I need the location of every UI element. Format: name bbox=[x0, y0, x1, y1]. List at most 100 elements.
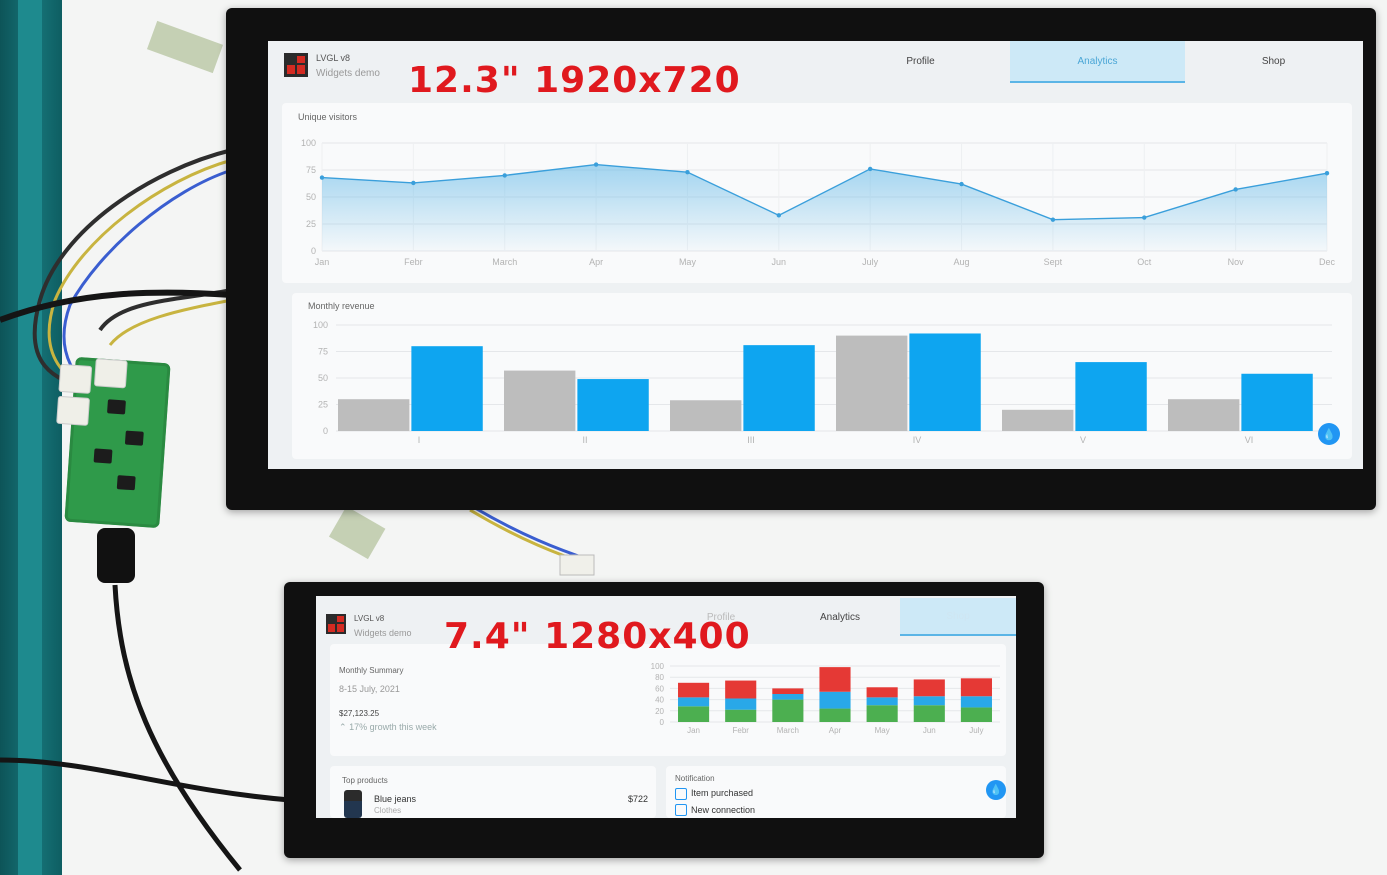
tab-analytics[interactable]: Analytics bbox=[1010, 41, 1185, 83]
y-tick-label: 50 bbox=[318, 373, 328, 383]
y-tick-label: 20 bbox=[655, 707, 664, 716]
stacked-bar-segment bbox=[725, 698, 757, 710]
data-point bbox=[959, 181, 964, 187]
x-tick-label: IV bbox=[913, 435, 922, 445]
bar bbox=[909, 333, 981, 431]
y-tick-label: 100 bbox=[313, 320, 328, 330]
bar bbox=[1168, 399, 1240, 431]
stacked-bar-segment bbox=[866, 687, 898, 698]
x-tick-label: Jan bbox=[315, 257, 330, 267]
stacked-bar-segment bbox=[913, 696, 945, 706]
y-tick-label: 100 bbox=[301, 138, 316, 148]
tab-analytics[interactable]: Analytics bbox=[786, 598, 894, 636]
y-tick-label: 50 bbox=[306, 192, 316, 202]
x-tick-label: Jun bbox=[923, 726, 936, 735]
data-point bbox=[776, 213, 782, 218]
y-tick-label: 0 bbox=[660, 718, 665, 727]
stacked-bar-segment bbox=[772, 699, 804, 722]
y-tick-label: 60 bbox=[655, 684, 664, 693]
small-display-label: 7.4" 1280x400 bbox=[444, 616, 751, 657]
unique-visitors-chart: 100 75 50 25 0Jan Febr March Apr May Jun July Aug Se… bbox=[301, 138, 1336, 267]
droplet-icon[interactable]: 💧 bbox=[1318, 423, 1340, 445]
x-tick-label: Jun bbox=[772, 257, 787, 267]
stacked-bar-segment bbox=[772, 688, 804, 694]
y-tick-label: 25 bbox=[318, 400, 328, 410]
x-tick-label: Apr bbox=[829, 726, 842, 735]
droplet-icon[interactable]: 💧 bbox=[986, 780, 1006, 800]
stacked-bar-segment bbox=[678, 706, 710, 722]
stacked-bar-segment bbox=[866, 697, 898, 706]
notification-item-purchased: Item purchased bbox=[691, 788, 754, 798]
y-tick-label: 0 bbox=[323, 426, 328, 436]
x-tick-label: March bbox=[777, 726, 799, 735]
stacked-bar-segment bbox=[960, 678, 992, 697]
product-price: $722 bbox=[628, 794, 649, 804]
stacked-bar-segment bbox=[960, 696, 992, 708]
x-tick-label: Oct bbox=[1137, 257, 1152, 267]
bar bbox=[504, 370, 576, 431]
x-tick-label: Febr bbox=[732, 726, 749, 735]
data-point bbox=[411, 180, 416, 186]
x-tick-label: V bbox=[1080, 435, 1086, 445]
bar bbox=[577, 379, 649, 431]
tab-shop[interactable]: Shop bbox=[1186, 41, 1361, 81]
y-tick-label: 75 bbox=[318, 347, 328, 357]
y-tick-label: 25 bbox=[306, 219, 316, 229]
bar bbox=[1075, 362, 1147, 431]
stacked-bar-segment bbox=[913, 705, 945, 722]
data-point bbox=[1142, 215, 1147, 220]
product-thumbnail bbox=[344, 790, 362, 818]
data-point bbox=[1324, 171, 1330, 176]
x-tick-label: Apr bbox=[589, 257, 603, 267]
notification-card: Notification Item purchased New connecti… bbox=[666, 766, 1006, 818]
logo-subtitle: Widgets demo bbox=[316, 68, 380, 79]
large-display-label: 12.3" 1920x720 bbox=[408, 60, 741, 101]
y-tick-label: 0 bbox=[311, 246, 316, 256]
x-tick-label: III bbox=[747, 435, 755, 445]
x-tick-label: May bbox=[679, 257, 697, 267]
stacked-bar-segment bbox=[960, 707, 992, 722]
stacked-bar-segment bbox=[819, 691, 851, 709]
controller-board bbox=[56, 356, 171, 529]
logo-title: LVGL v8 bbox=[316, 53, 351, 63]
monthly-summary-card: Monthly Summary 8-15 July, 2021 $27,123.… bbox=[330, 644, 1006, 756]
data-point bbox=[502, 173, 507, 178]
data-point bbox=[1233, 187, 1238, 192]
bar bbox=[836, 335, 908, 431]
unique-visitors-card: Unique visitors 100 75 50 25 0 Jan Febr March Ap… bbox=[282, 103, 1352, 283]
y-tick-label: 80 bbox=[655, 673, 664, 682]
lvgl-logo-icon bbox=[284, 53, 308, 77]
x-tick-label: Nov bbox=[1228, 257, 1245, 267]
data-point bbox=[593, 162, 599, 167]
data-point bbox=[685, 169, 690, 175]
monthly-revenue-chart: 1007550250I II III IV V VI bbox=[313, 320, 1332, 445]
large-display: LVGL v8 Widgets demo Profile Analytics S… bbox=[226, 8, 1376, 510]
data-point bbox=[319, 175, 325, 180]
x-tick-label: II bbox=[582, 435, 587, 445]
bar bbox=[743, 345, 815, 431]
stacked-bar-segment bbox=[678, 682, 710, 698]
product-category: Clothes bbox=[374, 806, 402, 815]
checkbox-new-connection[interactable] bbox=[675, 804, 687, 816]
x-tick-label: I bbox=[418, 435, 421, 445]
logo-subtitle: Widgets demo bbox=[354, 628, 412, 638]
stacked-bar-segment bbox=[819, 667, 851, 692]
stacked-bar-segment bbox=[772, 694, 804, 700]
x-tick-label: Jan bbox=[687, 726, 700, 735]
tab-shop[interactable]: Shop bbox=[900, 598, 1016, 636]
stacked-bar-segment bbox=[866, 705, 898, 722]
usb-cable-plug bbox=[97, 528, 135, 583]
top-products-card: Top products Blue jeans Clothes $722 bbox=[330, 766, 656, 818]
bar bbox=[1002, 409, 1074, 431]
large-screen: LVGL v8 Widgets demo Profile Analytics S… bbox=[268, 41, 1363, 469]
stacked-bar-segment bbox=[725, 680, 757, 699]
x-tick-label: July bbox=[862, 257, 879, 267]
top-products-title: Top products bbox=[342, 776, 388, 785]
logo-title: LVGL v8 bbox=[354, 614, 385, 623]
tab-profile[interactable]: Profile bbox=[833, 41, 1008, 81]
stacked-bar-segment bbox=[725, 709, 757, 722]
monthly-revenue-card: Monthly revenue 100 75 50 25 0 I II III IV V VI bbox=[292, 293, 1352, 459]
product-name: Blue jeans bbox=[374, 794, 417, 804]
y-tick-label: 75 bbox=[306, 165, 316, 175]
checkbox-item-purchased[interactable] bbox=[675, 788, 687, 800]
